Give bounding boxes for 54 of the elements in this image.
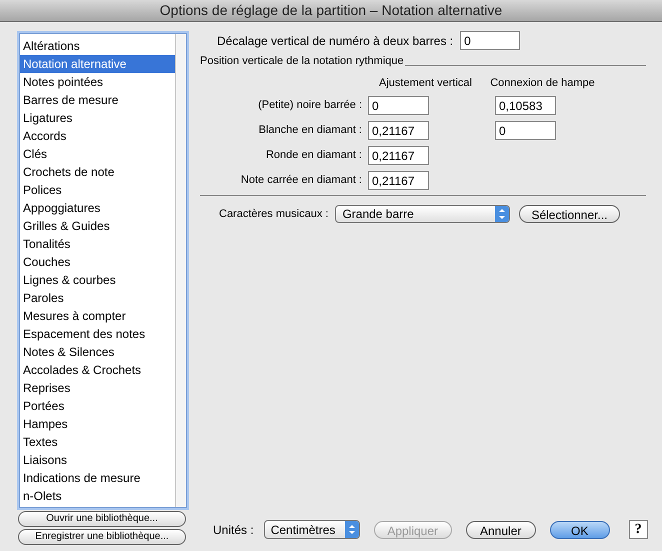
- input-field[interactable]: 0,21167: [368, 171, 429, 190]
- list-item[interactable]: Notes & Silences: [20, 343, 175, 361]
- input-field[interactable]: 0: [495, 121, 556, 140]
- list-item[interactable]: Hampes: [20, 415, 175, 433]
- field-label: Caractères musicaux :: [219, 206, 328, 222]
- help-button[interactable]: ?: [628, 520, 648, 539]
- list-item[interactable]: Ligatures: [20, 109, 175, 127]
- library-button[interactable]: Enregistrer une bibliothèque...: [18, 529, 186, 545]
- list-item[interactable]: Accords: [20, 127, 175, 145]
- field-label: Blanche en diamant :: [258, 123, 363, 138]
- title-bar: Options de réglage de la partition – Notation alternative: [0, 0, 662, 22]
- input-field[interactable]: 0: [460, 31, 520, 50]
- list-item[interactable]: Notes pointées: [20, 73, 175, 91]
- input-field[interactable]: 0,10583: [495, 96, 556, 115]
- stepper-icon: [495, 206, 510, 222]
- list-item[interactable]: Altérations: [20, 37, 175, 55]
- field-label: (Petite) noire barrée :: [257, 98, 363, 114]
- list-item[interactable]: Liaisons: [20, 451, 175, 469]
- input-field[interactable]: 0,21167: [368, 146, 429, 165]
- list-item[interactable]: Reprises: [20, 379, 175, 397]
- field-label: Ronde en diamant :: [264, 148, 363, 164]
- dropdown[interactable]: Grande barre: [335, 205, 510, 223]
- list-item[interactable]: Couches: [20, 253, 175, 271]
- units-dropdown[interactable]: Centimètres: [264, 520, 360, 539]
- dialog-button[interactable]: Annuler: [466, 520, 536, 538]
- input-field[interactable]: 0: [368, 96, 429, 115]
- list-item[interactable]: Mesures à compter: [20, 307, 175, 325]
- list-item[interactable]: Textes: [20, 433, 175, 451]
- list-item[interactable]: Accolades & Crochets: [20, 361, 175, 379]
- field-label: Décalage vertical de numéro à deux barres :: [217, 32, 454, 50]
- list-item[interactable]: Notation alternative: [20, 55, 175, 73]
- list-item[interactable]: Lignes & courbes: [20, 271, 175, 289]
- list-item[interactable]: Espacement des notes: [20, 325, 175, 343]
- list-item[interactable]: Paroles: [20, 289, 175, 307]
- list-item[interactable]: Grilles & Guides: [20, 217, 175, 235]
- ok-button[interactable]: OK: [550, 520, 610, 538]
- list-item[interactable]: Tonalités: [20, 235, 175, 253]
- list-item[interactable]: Barres de mesure: [20, 91, 175, 109]
- stepper-icon: [344, 521, 359, 538]
- select-button[interactable]: Sélectionner...: [519, 205, 620, 223]
- list-item[interactable]: Indications de mesure: [20, 469, 175, 487]
- list-item[interactable]: Crochets de note: [20, 163, 175, 181]
- list-item[interactable]: n-Olets: [20, 487, 175, 505]
- list-item[interactable]: Polices: [20, 181, 175, 199]
- list-item[interactable]: Portées: [20, 397, 175, 415]
- library-button[interactable]: Ouvrir une bibliothèque...: [18, 511, 186, 527]
- field-label: Note carrée en diamant :: [240, 173, 363, 188]
- list-item[interactable]: Appoggiatures: [20, 199, 175, 217]
- field-label: Unités :: [213, 522, 254, 538]
- column-header: Ajustement vertical: [378, 76, 473, 90]
- group-title: Position verticale de la notation rythmique: [200, 54, 404, 69]
- list-item[interactable]: Clés: [20, 145, 175, 163]
- input-field[interactable]: 0,21167: [368, 121, 429, 140]
- column-header: Connexion de hampe: [489, 76, 596, 90]
